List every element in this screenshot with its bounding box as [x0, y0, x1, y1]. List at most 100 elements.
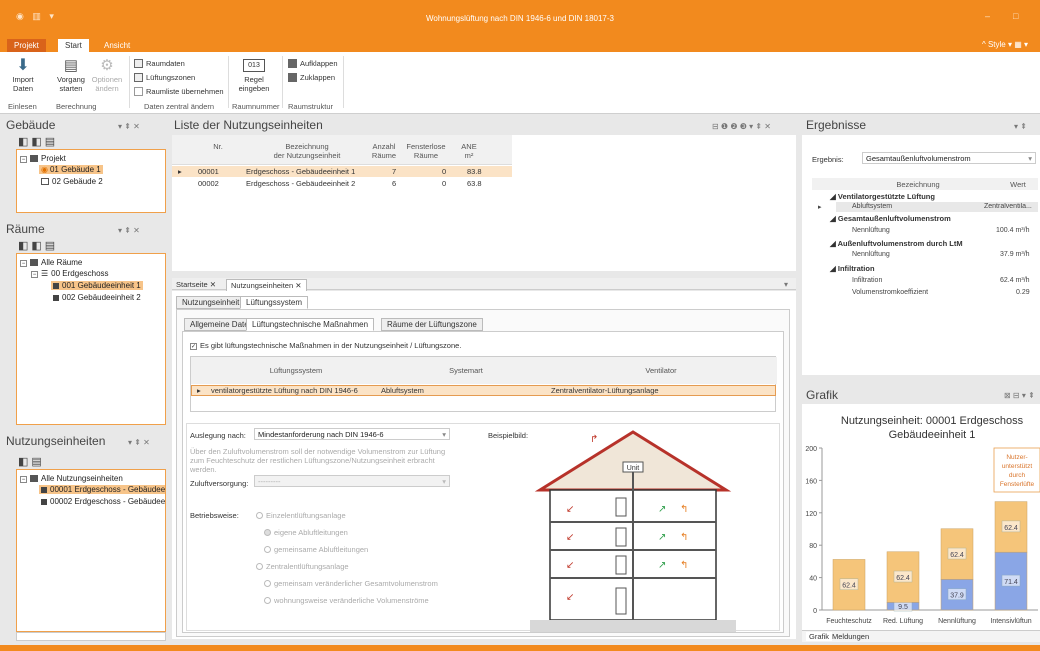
- auslegung-select[interactable]: Mindestanforderung nach DIN 1946-6 ▾: [254, 428, 450, 440]
- tree-item-ne-00002[interactable]: 00002 Erdgeschoss - Gebäudeei: [41, 497, 165, 506]
- minimize-icon[interactable]: –: [985, 11, 990, 21]
- door: [615, 527, 627, 547]
- tree-item-projekt[interactable]: − Projekt: [20, 154, 66, 163]
- panel-controls[interactable]: ▾ ⇞: [1014, 122, 1027, 131]
- tree-item-alle-raeume[interactable]: − Alle Räume: [20, 258, 82, 267]
- result-group[interactable]: ◢ Infiltration: [830, 264, 875, 273]
- hint-text: Über den Zuluftvolumenstrom soll der not…: [190, 447, 446, 474]
- table-cell[interactable]: 6: [392, 179, 396, 188]
- regel-eingeben-button[interactable]: 013 Regel eingeben: [236, 57, 272, 93]
- tree-item-raum-001[interactable]: 001 Gebäudeeinheit 1: [51, 281, 143, 290]
- table-cell[interactable]: Erdgeschoss - Gebäudeeinheit 2: [246, 179, 355, 188]
- col-ventilator[interactable]: Ventilator: [551, 366, 771, 375]
- tree-item-gebaeude-2[interactable]: 02 Gebäude 2: [41, 177, 103, 186]
- zuluft-select[interactable]: --------- ▾: [254, 475, 450, 487]
- radio-option[interactable]: Einzelentlüftungsanlage: [256, 511, 346, 520]
- result-group[interactable]: ◢ Gesamtaußenluftvolumenstrom: [830, 214, 951, 223]
- table-cell[interactable]: Abluftsystem: [381, 386, 424, 395]
- style-menu[interactable]: ^ Style ▾ ▦ ▾: [982, 40, 1028, 49]
- zuklappen-button[interactable]: Zuklappen: [288, 72, 335, 83]
- table-cell[interactable]: 7: [392, 167, 396, 176]
- tab-meldungen[interactable]: Meldungen: [832, 632, 869, 641]
- option-label: Zentralentlüftungsanlage: [266, 562, 349, 571]
- radio-option[interactable]: gemeinsam veränderlicher Gesamtvolumenst…: [264, 579, 438, 588]
- table-cell[interactable]: 0: [442, 179, 446, 188]
- radio-option[interactable]: eigene Abluftleitungen: [264, 528, 348, 537]
- tab-raeume-der-lueftungszone[interactable]: Räume der Lüftungszone: [381, 318, 483, 331]
- table-cell[interactable]: ventilatorgestützte Lüftung nach DIN 194…: [211, 386, 358, 395]
- col-bezeichnung[interactable]: Bezeichnung der Nutzungseinheit: [242, 142, 372, 160]
- col-anzahl[interactable]: Anzahl Räume: [366, 142, 402, 160]
- gebaeude-tree: − Projekt ◉ 01 Gebäude 1 02 Gebäude 2: [16, 149, 166, 213]
- radio-option[interactable]: Zentralentlüftungsanlage: [256, 562, 349, 571]
- table-cell[interactable]: Erdgeschoss - Gebäudeeinheit 1: [246, 167, 355, 176]
- tab-projekt[interactable]: Projekt: [7, 39, 46, 52]
- col-fensterlose[interactable]: Fensterlose Räume: [406, 142, 446, 160]
- col-systemart[interactable]: Systemart: [381, 366, 551, 375]
- lueftungszonen-button[interactable]: Lüftungszonen: [134, 72, 195, 83]
- raumliste-checkbox[interactable]: Raumliste übernehmen: [134, 86, 224, 97]
- import-daten-button[interactable]: ⬇ Import Daten: [8, 57, 38, 93]
- tree-item-raum-002[interactable]: 002 Gebäudeeinheit 2: [53, 293, 141, 302]
- close-icon[interactable]: ✕: [210, 280, 216, 289]
- ribbon-separator: [343, 56, 344, 108]
- option-label: gemeinsame Abluftleitungen: [274, 545, 369, 554]
- panel-controls[interactable]: ▾ ⇞ ✕: [128, 438, 150, 447]
- raumdaten-button[interactable]: Raumdaten: [134, 58, 185, 69]
- result-group[interactable]: ◢ Ventilatorgestützte Lüftung: [830, 192, 935, 201]
- tree-item-erdgeschoss[interactable]: − ☰ 00 Erdgeschoss: [31, 269, 109, 278]
- result-value: Zentralventila...: [984, 203, 1032, 210]
- panel-controls[interactable]: ⊠ ⊟ ▾ ⇞: [1004, 391, 1035, 400]
- table-cell[interactable]: 83.8: [467, 167, 482, 176]
- tab-startseite[interactable]: Startseite ✕: [176, 280, 216, 289]
- nutzungseinheiten-tree: − Alle Nutzungseinheiten 00001 Erdgeschos…: [16, 469, 166, 632]
- table-cell[interactable]: 63.8: [467, 179, 482, 188]
- tab-ansicht[interactable]: Ansicht: [97, 39, 137, 52]
- horizontal-scrollbar[interactable]: [16, 632, 166, 641]
- panel-controls[interactable]: ▾ ⇞ ✕: [118, 122, 140, 131]
- radio-option[interactable]: wohnungsweise veränderliche Volumenström…: [264, 596, 429, 605]
- table-icon: [134, 73, 143, 82]
- airflow-arrow: ↙: [566, 504, 574, 515]
- radio-option[interactable]: gemeinsame Abluftleitungen: [264, 545, 368, 554]
- tab-nutzungseinheiten[interactable]: Nutzungseinheiten ✕: [226, 279, 307, 291]
- massnahmen-checkbox[interactable]: ✓ Es gibt lüftungstechnische Maßnahmen in…: [190, 341, 461, 350]
- close-icon[interactable]: ✕: [295, 281, 301, 290]
- raeume-toolbar[interactable]: ◧◧▤: [18, 239, 58, 252]
- raumdaten-label: Raumdaten: [146, 59, 185, 68]
- tab-grafik[interactable]: Grafik: [806, 632, 833, 641]
- gebaeude-toolbar[interactable]: ◧◧▤: [18, 135, 58, 148]
- maximize-icon[interactable]: □: [1013, 11, 1018, 21]
- tree-item-alle-ne[interactable]: − Alle Nutzungseinheiten: [20, 474, 123, 483]
- y-tick-label: 40: [809, 576, 817, 583]
- callout-text: Fensterlüfte: [1000, 481, 1035, 488]
- panel-controls[interactable]: ▾ ⇞ ✕: [118, 226, 140, 235]
- col-nr[interactable]: Nr.: [198, 142, 238, 151]
- exhaust-arrow: ↱: [590, 434, 598, 445]
- tab-start[interactable]: Start: [58, 39, 89, 52]
- tree-label: 00001 Erdgeschoss - Gebäudeei: [50, 485, 166, 494]
- result-group[interactable]: ◢ Außenluftvolumenstrom durch LtM: [830, 239, 963, 248]
- optionen-aendern-button[interactable]: ⚙ Optionen ändern: [90, 57, 124, 93]
- nutzungseinheiten-toolbar[interactable]: ◧▤: [18, 455, 45, 468]
- table-cell[interactable]: 00001: [198, 167, 219, 176]
- tree-item-gebaeude-1[interactable]: ◉ 01 Gebäude 1: [39, 165, 103, 174]
- liste-panel-controls[interactable]: ⊟ ❶ ❷ ❸ ▾ ⇞ ✕: [712, 122, 771, 131]
- table-cell[interactable]: 00002: [198, 179, 219, 188]
- col-lueftungssystem[interactable]: Lüftungssystem: [211, 366, 381, 375]
- table-cell[interactable]: Zentralventilator-Lüftungsanlage: [551, 386, 659, 395]
- tab-lueftungstechnische-massnahmen[interactable]: Lüftungstechnische Maßnahmen: [246, 318, 375, 331]
- aufklappen-button[interactable]: Aufklappen: [288, 58, 338, 69]
- chevron-down-icon[interactable]: ▾: [784, 280, 788, 289]
- table-cell[interactable]: 0: [442, 167, 446, 176]
- tab-lueftungssystem[interactable]: Lüftungssystem: [240, 296, 309, 309]
- vorgang-starten-button[interactable]: ▤ Vorgang starten: [54, 57, 88, 93]
- tab-nutzungseinheit[interactable]: Nutzungseinheit: [176, 296, 246, 309]
- tree-item-ne-00001[interactable]: 00001 Erdgeschoss - Gebäudeei: [39, 485, 166, 494]
- ergebnis-select[interactable]: Gesamtaußenluftvolumenstrom ▾: [862, 152, 1036, 164]
- ribbon-tab-row: Projekt Start Ansicht ^ Style ▾ ▦ ▾: [0, 37, 1040, 52]
- result-value: 0.29: [1016, 289, 1030, 296]
- tree-label: Alle Räume: [41, 258, 83, 267]
- col-anf[interactable]: ANE m²: [454, 142, 484, 160]
- x-tick-label: Feuchteschutz: [826, 618, 872, 625]
